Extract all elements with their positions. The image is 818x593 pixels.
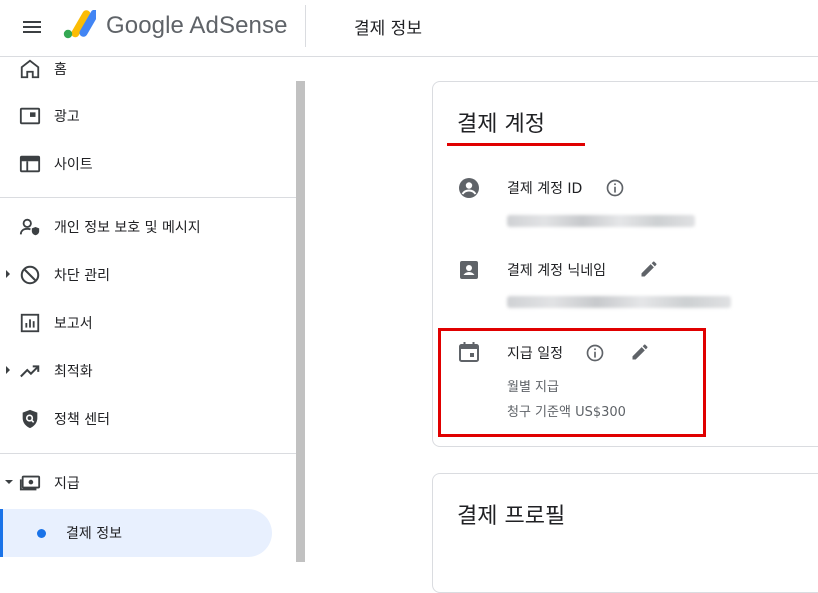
- sidebar-divider: [0, 453, 296, 454]
- bullet-icon: [37, 529, 46, 538]
- sidebar-item-privacy-messaging[interactable]: 개인 정보 보호 및 메시지: [0, 205, 280, 249]
- billing-id-label: 결제 계정 ID: [507, 181, 583, 197]
- header-divider: [305, 5, 306, 47]
- block-icon: [20, 265, 40, 285]
- page-title: 결제 정보: [354, 19, 422, 39]
- sites-icon: [19, 155, 41, 173]
- sidebar-item-label: 정책 센터: [54, 412, 110, 428]
- trending-up-icon: [20, 365, 40, 378]
- sidebar-item-payments[interactable]: 지급: [0, 461, 280, 505]
- sidebar-item-ads[interactable]: 광고: [0, 94, 280, 138]
- sidebar-item-label: 사이트: [54, 157, 93, 173]
- sidebar-item-blocking-controls[interactable]: 차단 관리: [0, 253, 280, 297]
- payments-icon: [19, 475, 41, 491]
- sidebar-item-label: 최적화: [54, 364, 93, 380]
- sidebar-item-label: 홈: [54, 62, 67, 78]
- sidebar-item-label: 지급: [54, 476, 80, 492]
- adsense-logo-icon: [63, 10, 96, 39]
- card-title: 결제 계정: [457, 112, 545, 137]
- main-content: 결제 계정 결제 계정 ID 결제 계정 닉네임 지급 일정 월별 지급 청구 …: [305, 57, 818, 593]
- sidebar-item-label: 보고서: [54, 316, 93, 332]
- sidebar-item-label: 결제 정보: [66, 526, 122, 542]
- contact-card-icon: [460, 261, 478, 279]
- sidebar-item-label: 광고: [54, 109, 80, 125]
- shield-search-icon: [22, 409, 38, 429]
- red-underline-annotation: [447, 143, 585, 146]
- sidebar-item-policy-center[interactable]: 정책 센터: [0, 397, 280, 441]
- sidebar-item-payments-info[interactable]: 결제 정보: [0, 509, 272, 557]
- billing-nickname-value-redacted: [507, 296, 731, 308]
- billing-id-value-redacted: [507, 215, 695, 227]
- top-app-bar: Google AdSense 결제 정보: [0, 0, 818, 57]
- menu-icon[interactable]: [18, 13, 46, 41]
- sidebar-scrollbar[interactable]: [296, 81, 305, 562]
- sidebar: 홈 광고 사이트 개인 정보 보호 및 메시지 차단 관리 보고서 최적화 정책…: [0, 57, 305, 562]
- sidebar-item-home[interactable]: 홈: [0, 57, 280, 91]
- sidebar-item-reports[interactable]: 보고서: [0, 301, 280, 345]
- sidebar-divider: [0, 197, 296, 198]
- billing-profile-card: 결제 프로필: [432, 473, 818, 593]
- ads-icon: [19, 107, 41, 125]
- sidebar-item-label: 개인 정보 보호 및 메시지: [54, 220, 201, 236]
- collapse-caret-icon[interactable]: [5, 480, 13, 484]
- sidebar-item-label: 차단 관리: [54, 268, 110, 284]
- sidebar-item-sites[interactable]: 사이트: [0, 142, 280, 186]
- billing-nickname-label: 결제 계정 닉네임: [507, 263, 607, 279]
- info-icon[interactable]: [605, 178, 625, 198]
- privacy-messaging-icon: [19, 218, 40, 236]
- expand-caret-icon[interactable]: [6, 366, 10, 374]
- brand-name: Google AdSense: [106, 12, 288, 39]
- expand-caret-icon[interactable]: [6, 270, 10, 278]
- account-circle-icon: [459, 178, 479, 198]
- billing-account-card: 결제 계정 결제 계정 ID 결제 계정 닉네임 지급 일정 월별 지급 청구 …: [432, 81, 818, 447]
- edit-nickname-icon[interactable]: [639, 259, 659, 279]
- red-highlight-box-annotation: [438, 328, 706, 437]
- home-icon: [20, 59, 40, 79]
- active-indicator: [0, 509, 3, 557]
- sidebar-item-optimization[interactable]: 최적화: [0, 349, 280, 393]
- card-title: 결제 프로필: [457, 504, 566, 529]
- reports-icon: [20, 313, 40, 333]
